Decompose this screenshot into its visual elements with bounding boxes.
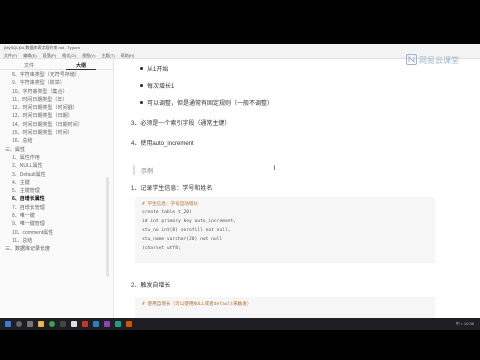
step-1-heading: 1、记录学生信息：学号和姓名 <box>131 186 213 192</box>
menu-theme[interactable]: 主题(T) <box>102 53 115 58</box>
code-line: # 学生信息：学号自动增长 <box>142 202 199 207</box>
video-frame: [MySQL]04-数据库表字段约束.md - Typora 文件(F) 编辑(… <box>0 0 480 360</box>
bullet-increment-one: 每次增长1 <box>147 84 175 90</box>
outline-item[interactable]: 1、属性作用 <box>0 154 113 162</box>
sidebar-tabs: 文件 大纲 <box>0 59 113 70</box>
code-block-insert[interactable]: # 使用自增长（可以使用NULL或者default来触发） <box>135 297 435 318</box>
text-cursor <box>274 165 275 170</box>
list-item-3: 3、必须是一个索引字段（通常主键） <box>131 121 231 127</box>
app-icon[interactable] <box>93 321 99 327</box>
app-icon[interactable] <box>104 321 110 327</box>
terminal-icon[interactable] <box>60 321 66 327</box>
code-line: )charset utf8; <box>142 246 181 251</box>
code-line: stu_name varchar(20) not null <box>142 237 223 242</box>
taskbar: 中 ♪ 10:36 <box>0 318 480 330</box>
brand-name: 网易云课堂 <box>419 56 459 65</box>
menu-format[interactable]: 格式(O) <box>62 53 76 58</box>
start-icon[interactable] <box>5 321 11 327</box>
outline-item[interactable]: 10、comment属性 <box>0 229 113 237</box>
outline-item[interactable]: 10、字符串类型（集合） <box>0 88 113 96</box>
outline-item[interactable]: 11、总结 <box>0 237 113 245</box>
outline-item[interactable]: 2、NULL属性 <box>0 162 113 170</box>
menu-file[interactable]: 文件(F) <box>4 53 17 58</box>
example-blockquote: 示例 <box>133 165 433 175</box>
outline-item[interactable]: 8、字符串类型（无符号存储） <box>0 71 113 79</box>
outline-item[interactable]: 三、属性 <box>0 146 113 154</box>
code-line: stu_no int(8) zerofill not null, <box>142 228 231 233</box>
bullet-adjustable: 可以调整，但是通常有固定规则（一般不调整） <box>147 101 274 107</box>
outline-item[interactable]: 4、主键 <box>0 179 113 187</box>
code-line: # 使用自增长（可以使用NULL或者default来触发） <box>142 302 252 307</box>
outline-item[interactable]: 11、时间日期类型（年） <box>0 96 113 104</box>
app-icon[interactable] <box>115 321 121 327</box>
bullet-dot <box>140 101 143 104</box>
netease-logo-icon <box>406 54 417 65</box>
menu-paragraph[interactable]: 段落(P) <box>43 53 56 58</box>
menu-edit[interactable]: 编辑(E) <box>23 53 36 58</box>
task-view-icon[interactable] <box>27 321 33 327</box>
outline-item[interactable]: 15、时间日期类型（时间） <box>0 129 113 137</box>
sidebar-scrollbar[interactable] <box>106 177 109 277</box>
sidebar: 文件 大纲 8、字符串类型（无符号存储） 9、字符串类型（枚举） 10、字符串类型（… <box>0 59 114 318</box>
outline-item[interactable]: 三、数据库记录长度 <box>0 245 113 253</box>
outline-item[interactable]: 9、唯一键管理 <box>0 220 113 228</box>
editor-content[interactable]: 从1开始 每次增长1 可以调整，但是通常有固定规则（一般不调整） 3、必须是一个… <box>115 59 480 318</box>
bullet-dot <box>140 84 143 87</box>
outline-item[interactable]: 14、时间日期类型（日期时间） <box>0 121 113 129</box>
bullet-dot <box>140 67 143 70</box>
outline-item[interactable]: 7、自增长管理 <box>0 204 113 212</box>
menu-help[interactable]: 帮助(H) <box>121 53 135 58</box>
system-tray[interactable]: 中 ♪ 10:36 <box>456 321 474 327</box>
app-icon[interactable] <box>82 321 88 327</box>
menu-view[interactable]: 视图(V) <box>82 53 95 58</box>
outline-item[interactable]: 5、主键管理 <box>0 187 113 195</box>
code-line: id int primary key auto_increment, <box>142 219 237 224</box>
list-item-4: 4、使用auto_increment <box>131 141 194 147</box>
app-icon[interactable] <box>126 321 132 327</box>
search-icon[interactable] <box>16 321 22 327</box>
code-line: create table t_20( <box>142 210 192 215</box>
window-title: [MySQL]04-数据库表字段约束.md - Typora <box>0 44 480 52</box>
outline-item-active[interactable]: 6、自增长属性 <box>0 195 113 203</box>
outline-item[interactable]: 13、时间日期类型（日期） <box>0 112 113 120</box>
outline-item[interactable]: 9、字符串类型（枚举） <box>0 79 113 87</box>
outline-item[interactable]: 3、Default属性 <box>0 171 113 179</box>
explorer-icon[interactable] <box>38 321 44 327</box>
active-tab-indicator <box>66 69 96 70</box>
code-block-create-table[interactable]: # 学生信息：学号自动增长 create table t_20( id int … <box>135 197 435 263</box>
typora-window: [MySQL]04-数据库表字段约束.md - Typora 文件(F) 编辑(… <box>0 44 480 318</box>
outline-list: 8、字符串类型（无符号存储） 9、字符串类型（枚举） 10、字符串类型（集合） 11、… <box>0 71 113 254</box>
tab-outline[interactable]: 大纲 <box>76 62 86 69</box>
bullet-start-at-one: 从1开始 <box>147 67 169 73</box>
typora-icon[interactable] <box>71 321 77 327</box>
step-2-heading: 2、触发自增长 <box>131 283 171 289</box>
outline-item[interactable]: 8、唯一键 <box>0 212 113 220</box>
outline-item[interactable]: 16、总结 <box>0 137 113 145</box>
tab-files[interactable]: 文件 <box>24 62 34 69</box>
example-label: 示例 <box>141 169 154 175</box>
browser-icon[interactable] <box>49 321 55 327</box>
outline-item[interactable]: 12、时间日期类型（时间戳） <box>0 104 113 112</box>
